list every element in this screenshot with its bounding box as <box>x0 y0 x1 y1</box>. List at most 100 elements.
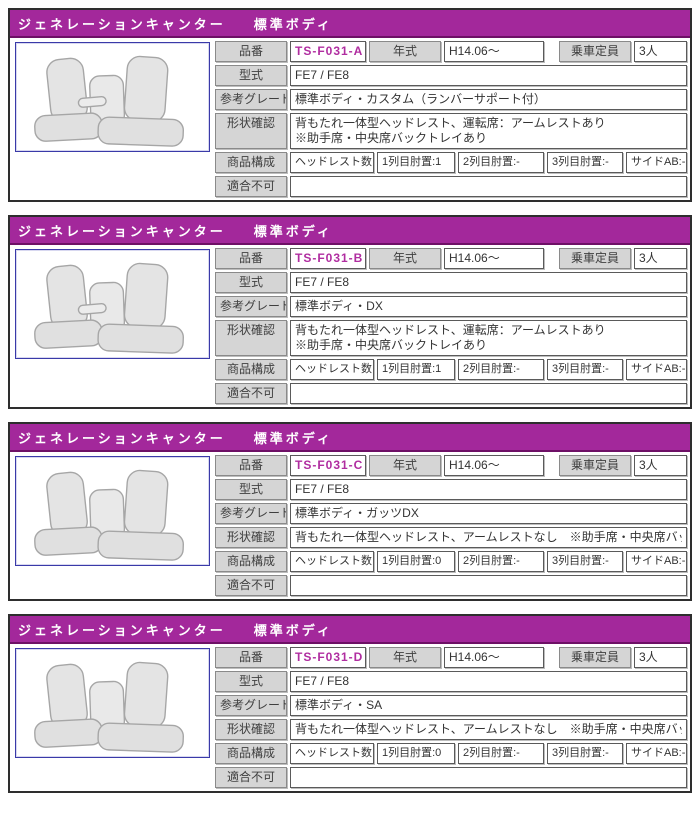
composition-row3-armrest-value: 3列目肘置:- <box>547 551 623 572</box>
grade-value: 標準ボディ・ガッツDX <box>290 503 687 524</box>
model-value: FE7 / FE8 <box>290 272 687 293</box>
grade-label: 参考グレード <box>215 89 287 110</box>
shape-label: 形状確認 <box>215 320 287 356</box>
spec-row-composition: 商品構成 ヘッドレスト数:0 1列目肘置:0 2列目肘置:- 3列目肘置:- サ… <box>215 743 687 764</box>
seat-image-frame <box>15 42 210 152</box>
composition-row3-armrest-value: 3列目肘置:- <box>547 359 623 380</box>
year-value: H14.06～ <box>444 248 544 269</box>
block-body: 品番 TS-F031-A 年式 H14.06～ 乗車定員 3人 型式 FE7 /… <box>10 38 690 200</box>
spec-row-grade: 参考グレード 標準ボディ・ガッツDX <box>215 503 687 524</box>
seat-image-cell <box>13 41 212 197</box>
composition-row2-armrest-value: 2列目肘置:- <box>458 152 544 173</box>
year-value: H14.06～ <box>444 41 544 62</box>
grade-value: 標準ボディ・カスタム（ランバーサポート付） <box>290 89 687 110</box>
composition-headrest-value: ヘッドレスト数:0 <box>290 551 374 572</box>
part-no-label: 品番 <box>215 455 287 476</box>
seat-image-frame <box>15 648 210 758</box>
spec-row-model: 型式 FE7 / FE8 <box>215 479 687 500</box>
model-value: FE7 / FE8 <box>290 479 687 500</box>
shape-label: 形状確認 <box>215 719 287 740</box>
model-label: 型式 <box>215 671 287 692</box>
spec-row-grade: 参考グレード 標準ボディ・DX <box>215 296 687 317</box>
incompatible-value <box>290 767 687 788</box>
year-label: 年式 <box>369 647 441 668</box>
year-label: 年式 <box>369 41 441 62</box>
seat-image-cell <box>13 455 212 596</box>
spec-row-incompatible: 適合不可 <box>215 767 687 788</box>
spec-row-composition: 商品構成 ヘッドレスト数:0 1列目肘置:0 2列目肘置:- 3列目肘置:- サ… <box>215 551 687 572</box>
product-block: ジェネレーションキャンター 標準ボディ <box>8 215 692 409</box>
capacity-label: 乗車定員 <box>559 455 631 476</box>
part-number-value: TS-F031-B <box>290 248 366 269</box>
seat-illustration-icon <box>33 262 184 354</box>
seat-armrest <box>77 95 107 108</box>
composition-headrest-value: ヘッドレスト数:0 <box>290 152 374 173</box>
composition-label: 商品構成 <box>215 551 287 572</box>
shape-note-line-1: 背もたれ一体型ヘッドレスト、アームレストなし ※助手席・中央席バックトレイあり <box>295 530 682 544</box>
part-no-label: 品番 <box>215 41 287 62</box>
composition-row2-armrest-value: 2列目肘置:- <box>458 551 544 572</box>
spec-row-shape: 形状確認 背もたれ一体型ヘッドレスト、アームレストなし ※助手席・中央席バックト… <box>215 527 687 548</box>
incompatible-label: 適合不可 <box>215 767 287 788</box>
incompatible-label: 適合不可 <box>215 176 287 197</box>
shape-value: 背もたれ一体型ヘッドレスト、アームレストなし ※助手席・中央席バックトレイなし <box>290 719 687 740</box>
spec-row-incompatible: 適合不可 <box>215 575 687 596</box>
composition-row1-armrest-value: 1列目肘置:0 <box>377 743 455 764</box>
product-block: ジェネレーションキャンター 標準ボディ <box>8 422 692 601</box>
spec-row-composition: 商品構成 ヘッドレスト数:0 1列目肘置:1 2列目肘置:- 3列目肘置:- サ… <box>215 359 687 380</box>
block-header: ジェネレーションキャンター 標準ボディ <box>10 424 690 452</box>
grade-label: 参考グレード <box>215 695 287 716</box>
shape-label: 形状確認 <box>215 527 287 548</box>
part-number-value: TS-F031-C <box>290 455 366 476</box>
seat-illustration-icon <box>33 661 184 753</box>
composition-side-airbag-value: サイドAB:- <box>626 152 687 173</box>
block-body: 品番 TS-F031-B 年式 H14.06～ 乗車定員 3人 型式 FE7 /… <box>10 245 690 407</box>
spec-row-incompatible: 適合不可 <box>215 176 687 197</box>
seat-illustration-icon <box>33 55 184 147</box>
spec-row-part-year-capacity: 品番 TS-F031-C 年式 H14.06～ 乗車定員 3人 <box>215 455 687 476</box>
block-title: ジェネレーションキャンター <box>18 623 226 638</box>
capacity-value: 3人 <box>634 647 687 668</box>
seat-armrest <box>77 302 107 315</box>
incompatible-value <box>290 575 687 596</box>
year-label: 年式 <box>369 248 441 269</box>
grade-label: 参考グレード <box>215 503 287 524</box>
capacity-value: 3人 <box>634 248 687 269</box>
block-subtitle: 標準ボディ <box>253 431 333 446</box>
composition-label: 商品構成 <box>215 359 287 380</box>
seat-illustration-icon <box>33 469 184 561</box>
grade-label: 参考グレード <box>215 296 287 317</box>
part-no-label: 品番 <box>215 248 287 269</box>
seat-image-cell <box>13 647 212 788</box>
seat-image-frame <box>15 249 210 359</box>
incompatible-value <box>290 383 687 404</box>
shape-value: 背もたれ一体型ヘッドレスト、運転席：アームレストあり ※助手席・中央席バックトレ… <box>290 113 687 149</box>
block-body: 品番 TS-F031-C 年式 H14.06～ 乗車定員 3人 型式 FE7 /… <box>10 452 690 599</box>
product-blocks: ジェネレーションキャンター 標準ボディ 品番 TS-F031-A 年式 H14.… <box>8 8 692 793</box>
year-value: H14.06～ <box>444 455 544 476</box>
grade-value: 標準ボディ・SA <box>290 695 687 716</box>
spec-row-incompatible: 適合不可 <box>215 383 687 404</box>
composition-row3-armrest-value: 3列目肘置:- <box>547 743 623 764</box>
composition-row2-armrest-value: 2列目肘置:- <box>458 743 544 764</box>
composition-label: 商品構成 <box>215 152 287 173</box>
seat-image-frame <box>15 456 210 566</box>
spec-row-shape: 形状確認 背もたれ一体型ヘッドレスト、運転席：アームレストあり ※助手席・中央席… <box>215 320 687 356</box>
block-body: 品番 TS-F031-D 年式 H14.06～ 乗車定員 3人 型式 FE7 /… <box>10 644 690 791</box>
composition-row1-armrest-value: 1列目肘置:1 <box>377 152 455 173</box>
spec-row-part-year-capacity: 品番 TS-F031-D 年式 H14.06～ 乗車定員 3人 <box>215 647 687 668</box>
composition-side-airbag-value: サイドAB:- <box>626 359 687 380</box>
model-label: 型式 <box>215 272 287 293</box>
block-title: ジェネレーションキャンター <box>18 431 226 446</box>
incompatible-label: 適合不可 <box>215 383 287 404</box>
spec-row-grade: 参考グレード 標準ボディ・カスタム（ランバーサポート付） <box>215 89 687 110</box>
model-value: FE7 / FE8 <box>290 671 687 692</box>
spec-row-part-year-capacity: 品番 TS-F031-B 年式 H14.06～ 乗車定員 3人 <box>215 248 687 269</box>
seat-image-cell <box>13 248 212 404</box>
composition-label: 商品構成 <box>215 743 287 764</box>
block-header: ジェネレーションキャンター 標準ボディ <box>10 616 690 644</box>
capacity-label: 乗車定員 <box>559 248 631 269</box>
composition-headrest-value: ヘッドレスト数:0 <box>290 743 374 764</box>
spec-row-model: 型式 FE7 / FE8 <box>215 272 687 293</box>
composition-side-airbag-value: サイドAB:- <box>626 551 687 572</box>
